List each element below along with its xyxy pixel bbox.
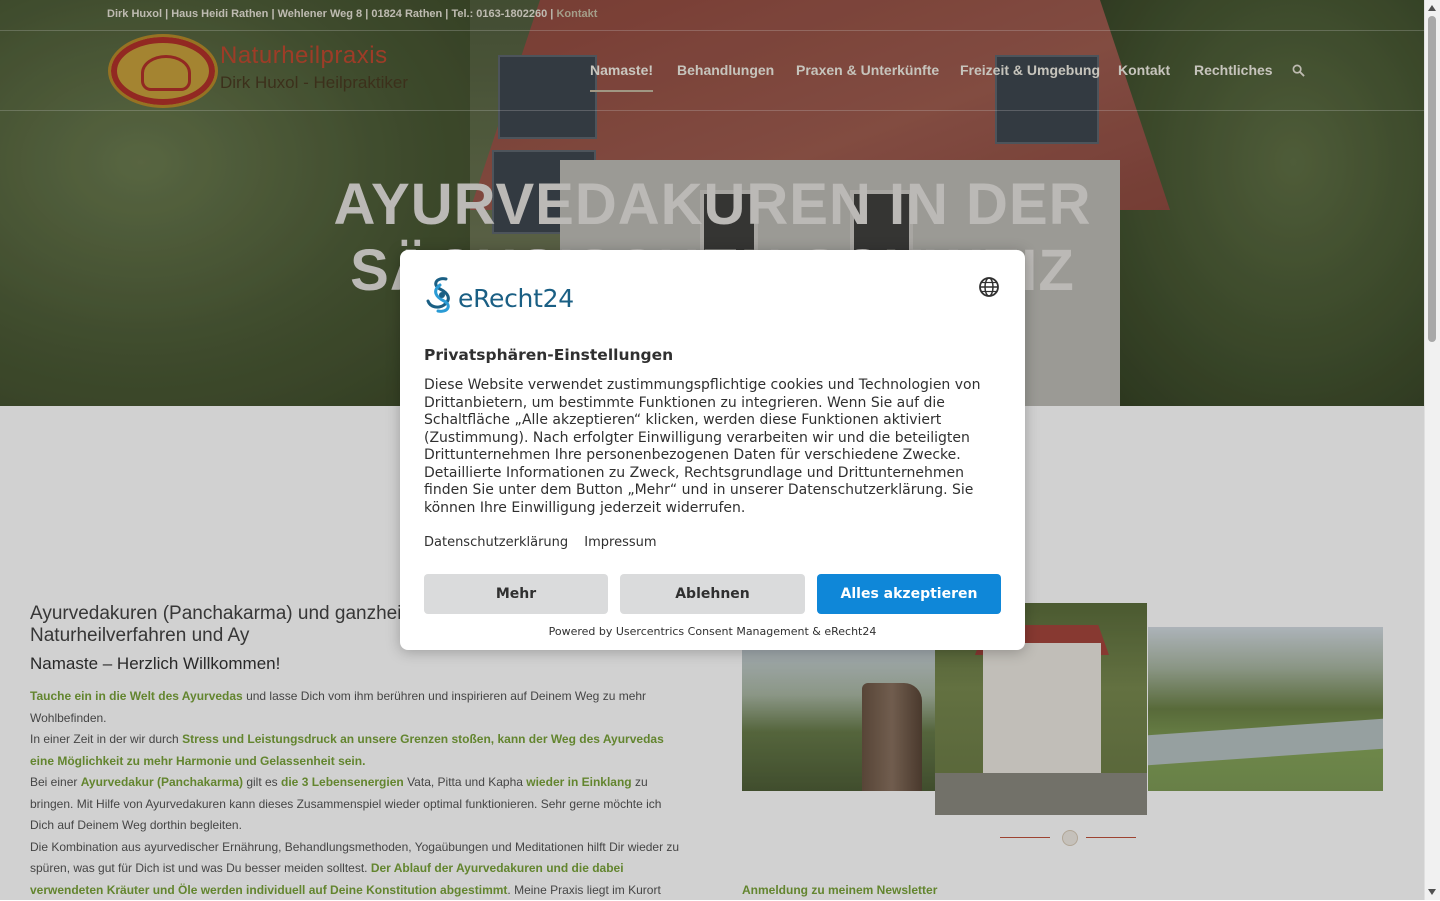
- page-scrollbar[interactable]: [1424, 0, 1440, 900]
- imprint-link[interactable]: Impressum: [584, 535, 656, 550]
- globe-icon[interactable]: [978, 276, 1000, 298]
- erecht24-wordmark: eRecht24: [458, 284, 574, 313]
- accept-all-button[interactable]: Alles akzeptieren: [817, 574, 1001, 614]
- scroll-down-arrow-icon[interactable]: [1428, 889, 1436, 895]
- more-button[interactable]: Mehr: [424, 574, 608, 614]
- erecht24-logo: eRecht24: [424, 275, 594, 315]
- scroll-up-arrow-icon[interactable]: [1428, 5, 1436, 11]
- erecht24-paragraph-icon: [424, 275, 460, 315]
- scroll-thumb[interactable]: [1428, 16, 1436, 342]
- consent-description: Diese Website verwendet zustimmungspflic…: [424, 377, 1002, 517]
- consent-links: Datenschutzerklärung Impressum: [424, 535, 669, 550]
- consent-title: Privatsphären-Einstellungen: [424, 346, 673, 364]
- consent-dialog: eRecht24 Privatsphären-Einstellungen Die…: [400, 250, 1025, 650]
- powered-by-text: Powered by Usercentrics Consent Manageme…: [400, 625, 1025, 638]
- privacy-policy-link[interactable]: Datenschutzerklärung: [424, 535, 568, 550]
- decline-button[interactable]: Ablehnen: [620, 574, 805, 614]
